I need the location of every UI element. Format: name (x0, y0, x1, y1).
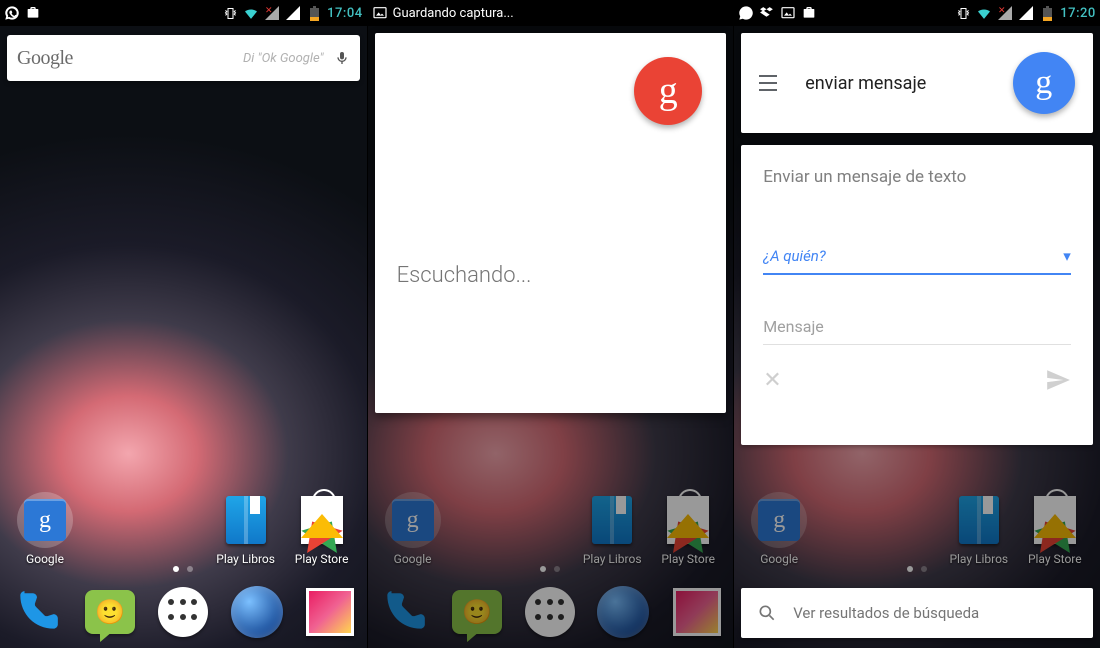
status-clock: 17:20 (1060, 6, 1095, 21)
dock: 🙂 (0, 576, 367, 648)
briefcase-icon (801, 5, 817, 21)
image-icon (780, 5, 796, 21)
dock-messaging[interactable]: 🙂 (83, 585, 137, 639)
compose-heading: Enviar un mensaje de texto (763, 167, 1071, 187)
signal-x-icon: ✕ (264, 5, 280, 21)
vibrate-icon (222, 5, 238, 21)
screenshot-2: Guardando captura... g Escuchando... g G… (367, 0, 734, 648)
home-app-row: g Google Play Libros Play Store (0, 450, 367, 566)
dock-gallery[interactable] (303, 585, 357, 639)
signal-x-icon: ✕ (997, 5, 1013, 21)
app-label: Google (26, 552, 64, 566)
dock-browser[interactable] (230, 585, 284, 639)
dropdown-arrow-icon: ▾ (1063, 247, 1071, 265)
search-icon (757, 603, 777, 623)
app-label: Play Libros (216, 552, 275, 566)
status-bar: Guardando captura... (368, 0, 734, 26)
status-clock: 17:04 (327, 6, 362, 21)
now-query-text[interactable]: enviar mensaje (805, 73, 1013, 94)
app-play-store[interactable]: Play Store (284, 492, 360, 566)
wifi-icon (243, 5, 259, 21)
dock-apps-drawer[interactable] (156, 585, 210, 639)
dock-phone[interactable] (10, 585, 64, 639)
send-icon[interactable] (1045, 367, 1071, 393)
whatsapp-icon (738, 5, 754, 21)
voice-listening-card: g Escuchando... (375, 33, 727, 413)
status-title: Guardando captura... (393, 6, 514, 21)
app-google-folder[interactable]: g Google (7, 492, 83, 566)
app-label: Play Store (295, 552, 349, 566)
briefcase-icon (25, 5, 41, 21)
screenshot-3: ✕ 17:20 enviar mensaje g Enviar un mensa… (733, 0, 1100, 648)
compose-sms-card: Enviar un mensaje de texto ¿A quién? ▾ M… (741, 145, 1093, 445)
status-bar: ✕ 17:04 (0, 0, 367, 26)
status-bar: ✕ 17:20 (734, 0, 1100, 26)
search-hint: Di "Ok Google" (73, 51, 324, 66)
dropbox-icon (759, 5, 775, 21)
vibrate-icon (955, 5, 971, 21)
battery-icon (1039, 5, 1055, 21)
search-results-bar[interactable]: Ver resultados de búsqueda (741, 588, 1093, 638)
app-play-books[interactable]: Play Libros (208, 492, 284, 566)
wifi-icon (976, 5, 992, 21)
image-icon (372, 5, 388, 21)
close-icon[interactable]: ✕ (763, 368, 781, 393)
google-logo: Google (17, 47, 73, 70)
hamburger-menu-icon[interactable] (759, 71, 783, 95)
signal-icon (1018, 5, 1034, 21)
google-search-widget[interactable]: Google Di "Ok Google" (7, 35, 360, 81)
mic-icon[interactable] (334, 47, 350, 69)
whatsapp-icon (4, 5, 20, 21)
recipient-placeholder: ¿A quién? (763, 247, 826, 265)
results-label: Ver resultados de búsqueda (793, 604, 979, 622)
listening-label: Escuchando... (397, 263, 532, 288)
message-placeholder: Mensaje (763, 317, 824, 336)
recipient-field[interactable]: ¿A quién? ▾ (763, 241, 1071, 275)
battery-icon (306, 5, 322, 21)
signal-icon (285, 5, 301, 21)
message-field[interactable]: Mensaje (763, 317, 1071, 345)
google-voice-fab[interactable]: g (634, 57, 702, 125)
google-voice-fab[interactable]: g (1013, 52, 1075, 114)
google-now-header: enviar mensaje g (741, 33, 1093, 133)
screenshot-1: ✕ 17:04 Google Di "Ok Google" g Google P… (0, 0, 367, 648)
page-indicator (0, 566, 367, 572)
